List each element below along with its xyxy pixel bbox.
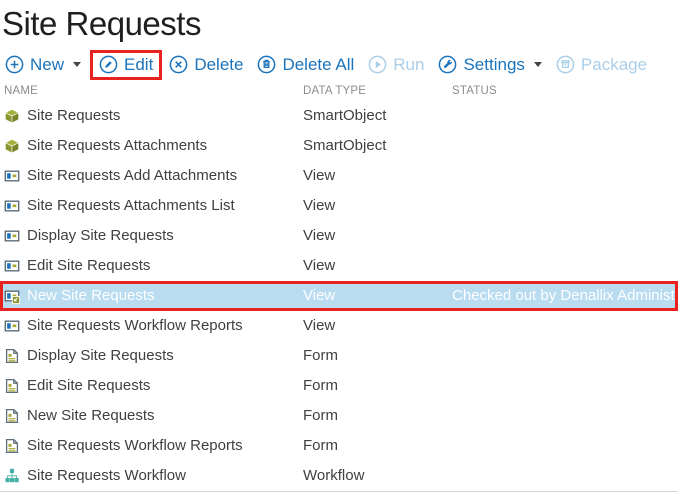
view-icon (4, 318, 20, 334)
view-icon (4, 168, 20, 184)
row-data-type: View (303, 227, 452, 244)
settings-wrench-circle-icon (438, 55, 457, 74)
page-title: Site Requests (2, 3, 678, 46)
row-name: Site Requests Attachments List (27, 197, 235, 214)
table-row[interactable]: Site Requests SmartObject (0, 101, 678, 131)
row-name: Display Site Requests (27, 347, 174, 364)
delete-x-circle-icon (169, 55, 188, 74)
row-data-type: SmartObject (303, 107, 452, 124)
table-row[interactable]: Site Requests Attachments List View (0, 191, 678, 221)
row-name: Display Site Requests (27, 227, 174, 244)
toolbar: New Edit Delete Delete All Run Settings … (0, 48, 678, 82)
row-data-type: View (303, 257, 452, 274)
toolbar-button-settings[interactable]: Settings (433, 53, 546, 77)
edit-pencil-circle-icon (99, 55, 118, 74)
view-icon (4, 198, 20, 214)
row-name: Site Requests Workflow Reports (27, 437, 243, 454)
table-header: NAME DATA TYPE STATUS (0, 82, 678, 101)
table-row[interactable]: Site Requests Workflow Reports Form (0, 431, 678, 461)
row-name: Site Requests Attachments (27, 137, 207, 154)
form-icon (4, 348, 20, 364)
row-data-type: Form (303, 347, 452, 364)
table-row[interactable]: New Site Requests View Checked out by De… (0, 281, 678, 311)
row-name: New Site Requests (27, 407, 155, 424)
column-header-status: STATUS (452, 85, 678, 97)
column-header-name: NAME (4, 85, 303, 97)
table-row[interactable]: Edit Site Requests Form (0, 371, 678, 401)
item-list: Site Requests SmartObject Site Requests … (0, 101, 678, 492)
view-checked-out-icon (4, 288, 20, 304)
row-name: New Site Requests (27, 287, 155, 304)
smartobject-icon (4, 138, 20, 154)
delete-all-trash-circle-icon (257, 55, 276, 74)
row-data-type: SmartObject (303, 137, 452, 154)
toolbar-button-run[interactable]: Run (363, 53, 429, 77)
row-data-type: Form (303, 437, 452, 454)
row-data-type: Form (303, 407, 452, 424)
chevron-down-icon[interactable] (73, 62, 81, 67)
site-requests-page: Site Requests New Edit Delete Delete All… (0, 3, 678, 498)
chevron-down-icon[interactable] (534, 62, 542, 67)
row-name: Site Requests Workflow Reports (27, 317, 243, 334)
table-row[interactable]: Display Site Requests Form (0, 341, 678, 371)
table-row[interactable]: Site Requests Add Attachments View (0, 161, 678, 191)
row-name: Edit Site Requests (27, 377, 150, 394)
toolbar-button-new[interactable]: New (0, 53, 86, 77)
toolbar-button-edit[interactable]: Edit (90, 50, 162, 80)
row-data-type: View (303, 287, 452, 304)
form-icon (4, 378, 20, 394)
view-icon (4, 258, 20, 274)
table-row[interactable]: Site Requests Attachments SmartObject (0, 131, 678, 161)
row-data-type: Form (303, 377, 452, 394)
column-header-data-type: DATA TYPE (303, 85, 452, 97)
workflow-icon (4, 468, 20, 484)
form-icon (4, 408, 20, 424)
toolbar-button-delete-all[interactable]: Delete All (252, 53, 359, 77)
table-row[interactable]: Edit Site Requests View (0, 251, 678, 281)
row-data-type: View (303, 317, 452, 334)
table-row[interactable]: Display Site Requests View (0, 221, 678, 251)
new-plus-circle-icon (5, 55, 24, 74)
toolbar-button-delete[interactable]: Delete (164, 53, 248, 77)
package-box-circle-icon (556, 55, 575, 74)
row-name: Site Requests (27, 107, 120, 124)
toolbar-button-package[interactable]: Package (551, 53, 652, 77)
view-icon (4, 228, 20, 244)
table-row[interactable]: Site Requests Workflow Workflow (0, 461, 678, 491)
row-status: Checked out by Denallix Administrat... (452, 287, 675, 304)
row-data-type: View (303, 167, 452, 184)
table-row[interactable]: New Site Requests Form (0, 401, 678, 431)
row-name: Edit Site Requests (27, 257, 150, 274)
row-name: Site Requests Workflow (27, 467, 186, 484)
smartobject-icon (4, 108, 20, 124)
row-name: Site Requests Add Attachments (27, 167, 237, 184)
form-icon (4, 438, 20, 454)
table-row[interactable]: Site Requests Workflow Reports View (0, 311, 678, 341)
row-data-type: View (303, 197, 452, 214)
row-data-type: Workflow (303, 467, 452, 484)
run-play-circle-icon (368, 55, 387, 74)
